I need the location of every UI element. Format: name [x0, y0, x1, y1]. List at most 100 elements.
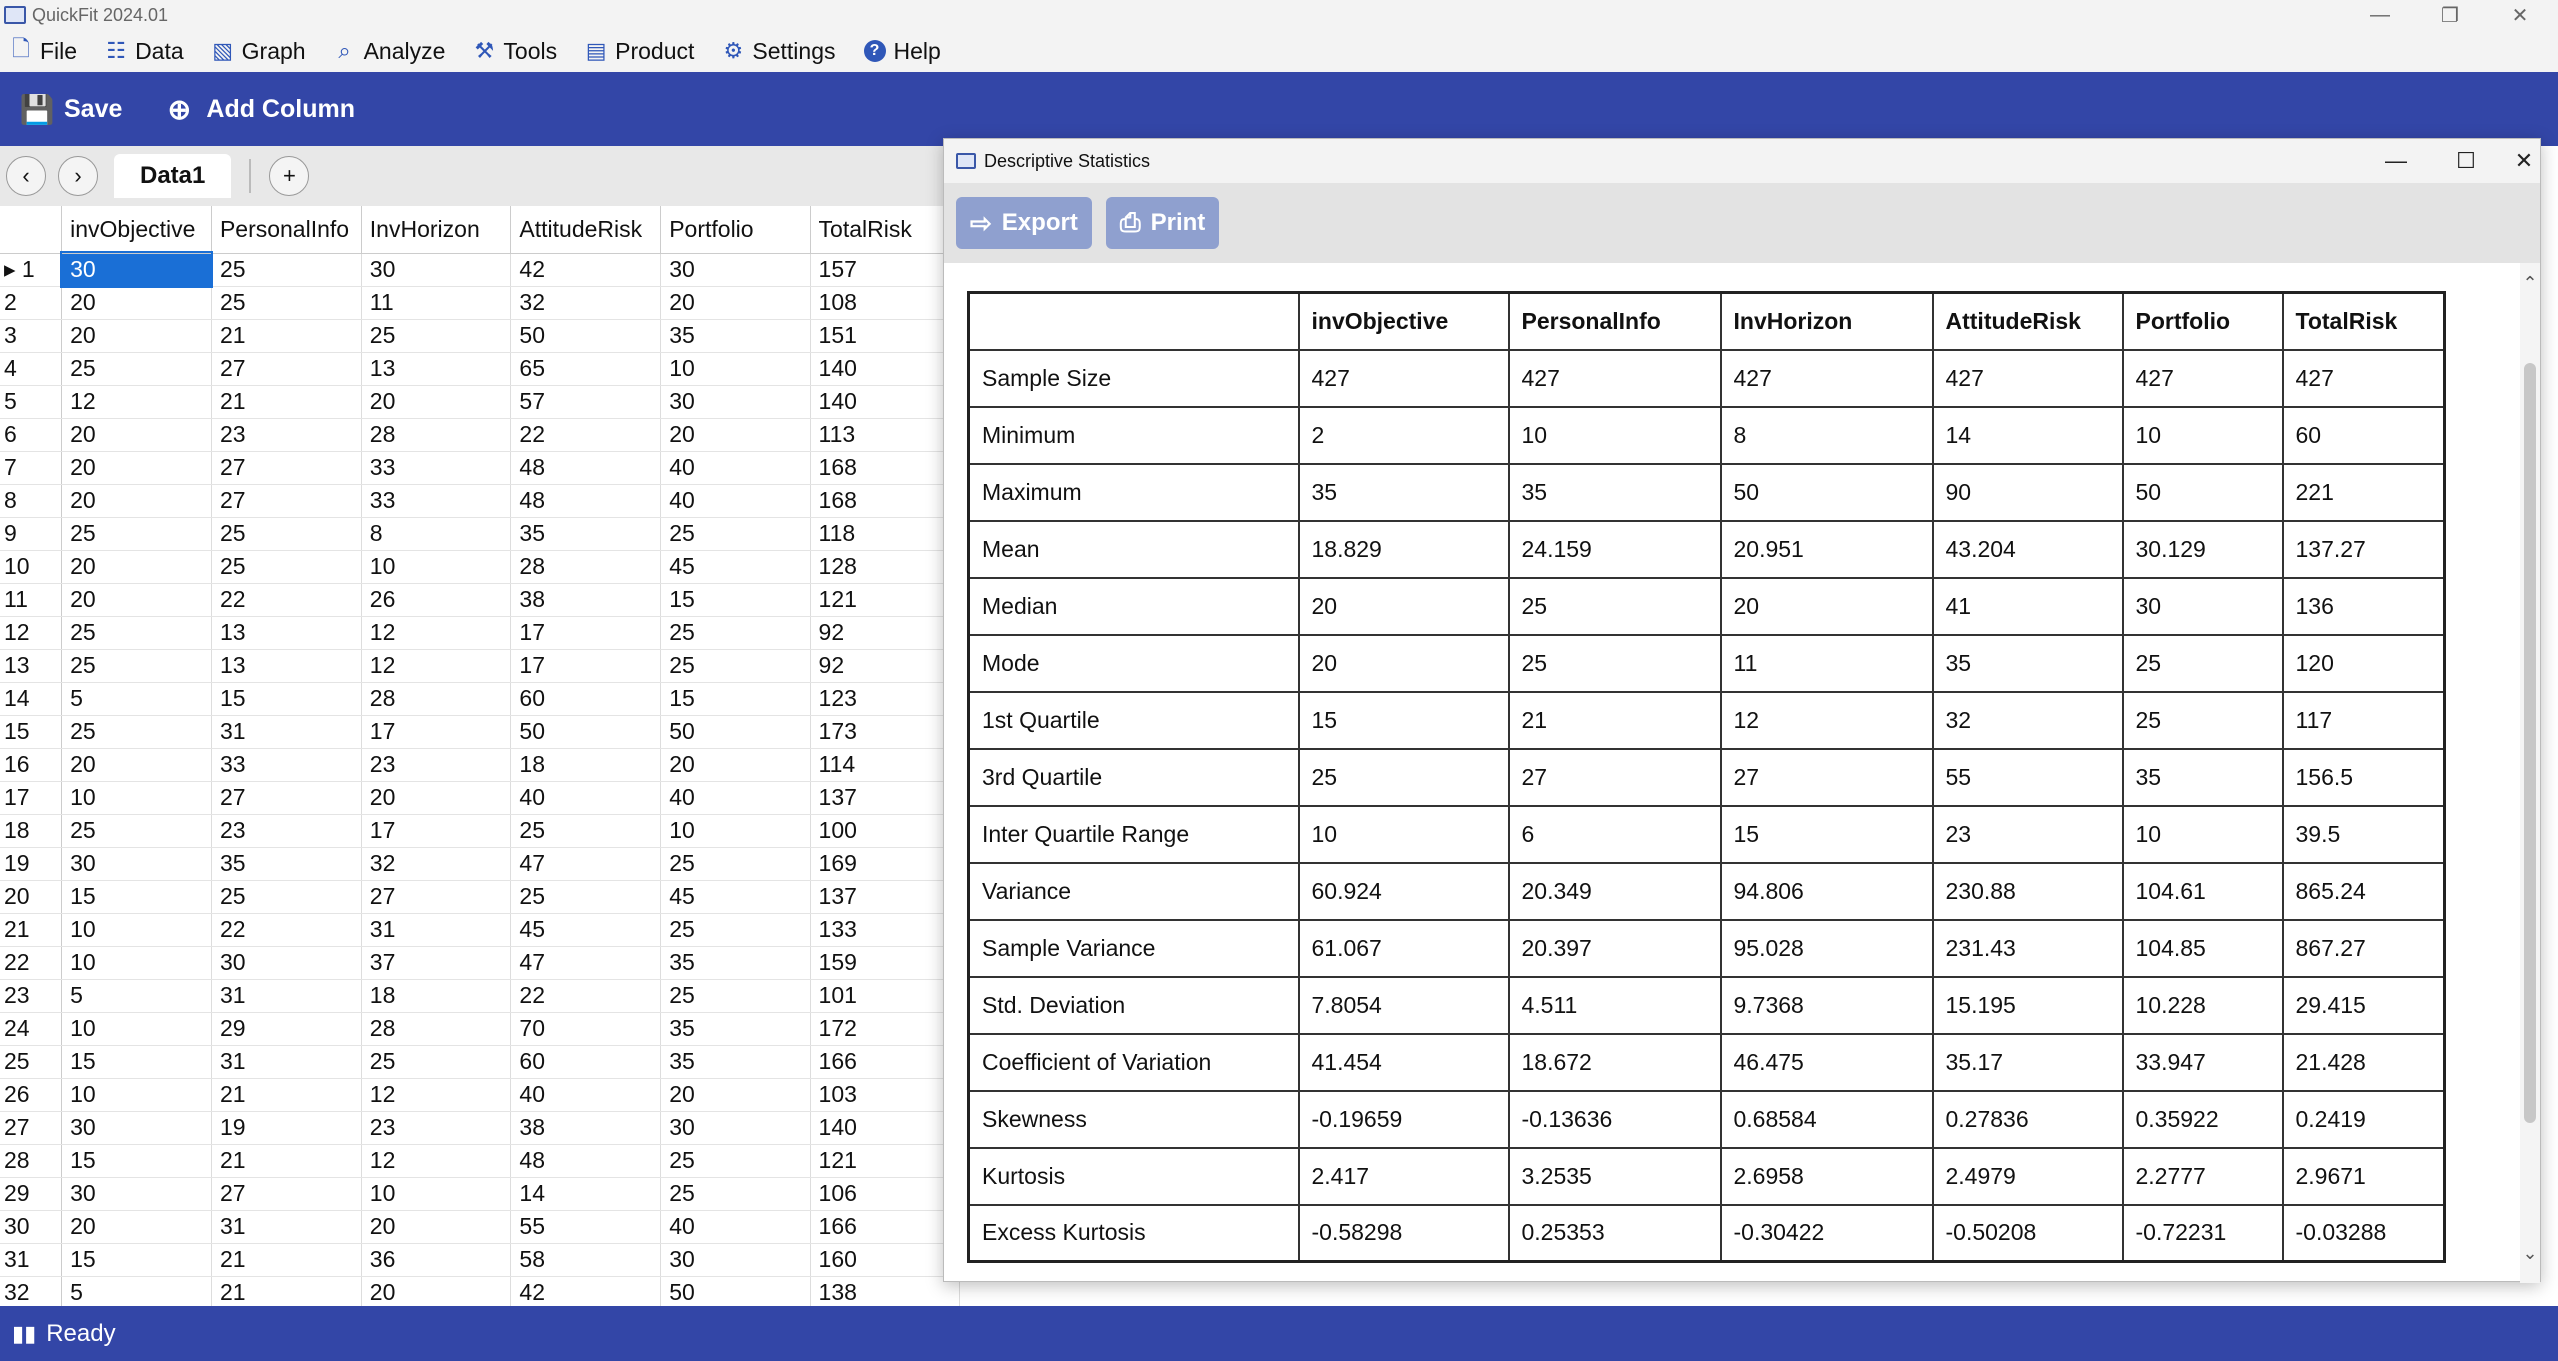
next-sheet-button[interactable]: ›: [58, 156, 98, 196]
menu-file[interactable]: 🗋 File: [10, 36, 77, 65]
cell[interactable]: 26: [361, 583, 512, 617]
cell[interactable]: 25: [211, 286, 362, 320]
cell[interactable]: 27: [211, 1177, 362, 1211]
cell[interactable]: 23: [361, 1111, 512, 1145]
cell[interactable]: 8: [361, 517, 512, 551]
cell[interactable]: 60: [510, 1045, 662, 1079]
cell[interactable]: 23: [211, 814, 362, 848]
cell[interactable]: 25: [61, 616, 212, 650]
menu-graph[interactable]: ▧ Graph: [212, 38, 305, 65]
row-header[interactable]: 23: [0, 979, 63, 1013]
scroll-down-icon[interactable]: ⌄: [2520, 1243, 2540, 1264]
cell[interactable]: 20: [61, 484, 212, 518]
cell[interactable]: 47: [510, 946, 662, 980]
cell[interactable]: 160: [810, 1243, 960, 1277]
cell[interactable]: 15: [61, 880, 212, 914]
row-header[interactable]: 12: [0, 616, 63, 650]
cell[interactable]: 50: [510, 715, 662, 749]
menu-settings[interactable]: ⚙ Settings: [722, 38, 836, 65]
cell[interactable]: 25: [660, 913, 811, 947]
cell[interactable]: 23: [211, 418, 362, 452]
scroll-up-icon[interactable]: ⌃: [2520, 273, 2540, 294]
cell[interactable]: 166: [810, 1045, 960, 1079]
cell[interactable]: 25: [61, 814, 212, 848]
cell[interactable]: 10: [361, 1177, 512, 1211]
cell[interactable]: 25: [61, 715, 212, 749]
row-header[interactable]: 21: [0, 913, 63, 947]
cell[interactable]: 50: [660, 715, 811, 749]
cell[interactable]: 15: [660, 583, 811, 617]
menu-analyze[interactable]: ⌕ Analyze: [334, 38, 445, 65]
cell[interactable]: 30: [61, 847, 212, 881]
cell[interactable]: 15: [211, 682, 362, 716]
cell[interactable]: 10: [61, 946, 212, 980]
cell[interactable]: 21: [211, 1243, 362, 1277]
cell[interactable]: 12: [361, 649, 512, 683]
cell[interactable]: 22: [510, 418, 662, 452]
cell[interactable]: 55: [510, 1210, 662, 1244]
row-header[interactable]: 24: [0, 1012, 63, 1046]
cell[interactable]: 25: [660, 649, 811, 683]
cell[interactable]: 10: [361, 550, 512, 584]
cell[interactable]: 30: [660, 1111, 811, 1145]
row-header[interactable]: 7: [0, 451, 63, 485]
cell[interactable]: 168: [810, 484, 960, 518]
cell[interactable]: 21: [211, 385, 362, 419]
cell[interactable]: 30: [61, 1111, 212, 1145]
cell[interactable]: 17: [510, 649, 662, 683]
cell[interactable]: 45: [660, 880, 811, 914]
cell[interactable]: 159: [810, 946, 960, 980]
cell[interactable]: 25: [510, 814, 662, 848]
cell[interactable]: 42: [510, 253, 662, 287]
cell[interactable]: 33: [361, 484, 512, 518]
row-header[interactable]: 5: [0, 385, 63, 419]
cell[interactable]: 25: [660, 847, 811, 881]
cell[interactable]: 60: [510, 682, 662, 716]
cell[interactable]: 33: [211, 748, 362, 782]
dialog-vertical-scrollbar[interactable]: ⌃ ⌄: [2520, 263, 2540, 1283]
cell[interactable]: 27: [211, 451, 362, 485]
menu-help[interactable]: ? Help: [863, 38, 941, 65]
restore-button[interactable]: ❐: [2420, 0, 2480, 30]
row-header[interactable]: 20: [0, 880, 63, 914]
cell[interactable]: 65: [510, 352, 662, 386]
cell[interactable]: 25: [211, 550, 362, 584]
cell[interactable]: 27: [211, 484, 362, 518]
cell[interactable]: 18: [361, 979, 512, 1013]
cell[interactable]: 20: [61, 550, 212, 584]
cell[interactable]: 23: [361, 748, 512, 782]
dialog-minimize-button[interactable]: —: [2366, 139, 2426, 183]
cell[interactable]: 20: [361, 1276, 512, 1306]
cell[interactable]: 20: [361, 781, 512, 815]
row-header[interactable]: 9: [0, 517, 63, 551]
row-header[interactable]: 29: [0, 1177, 63, 1211]
cell[interactable]: 31: [211, 979, 362, 1013]
cell[interactable]: 35: [660, 1012, 811, 1046]
cell[interactable]: 20: [660, 1078, 811, 1112]
cell[interactable]: 10: [61, 913, 212, 947]
row-header[interactable]: 31: [0, 1243, 63, 1277]
cell[interactable]: 92: [810, 649, 960, 683]
row-header[interactable]: 11: [0, 583, 63, 617]
cell[interactable]: 30: [361, 253, 512, 287]
cell[interactable]: 45: [660, 550, 811, 584]
cell[interactable]: 103: [810, 1078, 960, 1112]
cell[interactable]: 17: [510, 616, 662, 650]
cell[interactable]: 31: [211, 715, 362, 749]
cell[interactable]: 118: [810, 517, 960, 551]
cell[interactable]: 137: [810, 781, 960, 815]
cell[interactable]: 173: [810, 715, 960, 749]
cell[interactable]: 40: [660, 451, 811, 485]
cell[interactable]: 30: [61, 1177, 212, 1211]
cell[interactable]: 12: [361, 1144, 512, 1178]
cell[interactable]: 140: [810, 385, 960, 419]
cell[interactable]: 13: [211, 616, 362, 650]
cell[interactable]: 15: [61, 1045, 212, 1079]
cell[interactable]: 140: [810, 1111, 960, 1145]
column-header[interactable]: invObjective: [61, 206, 212, 254]
cell[interactable]: 25: [660, 979, 811, 1013]
cell[interactable]: 20: [660, 286, 811, 320]
cell[interactable]: 20: [61, 418, 212, 452]
export-button[interactable]: ⇨ Export: [956, 197, 1092, 249]
column-header[interactable]: Portfolio: [660, 206, 811, 254]
